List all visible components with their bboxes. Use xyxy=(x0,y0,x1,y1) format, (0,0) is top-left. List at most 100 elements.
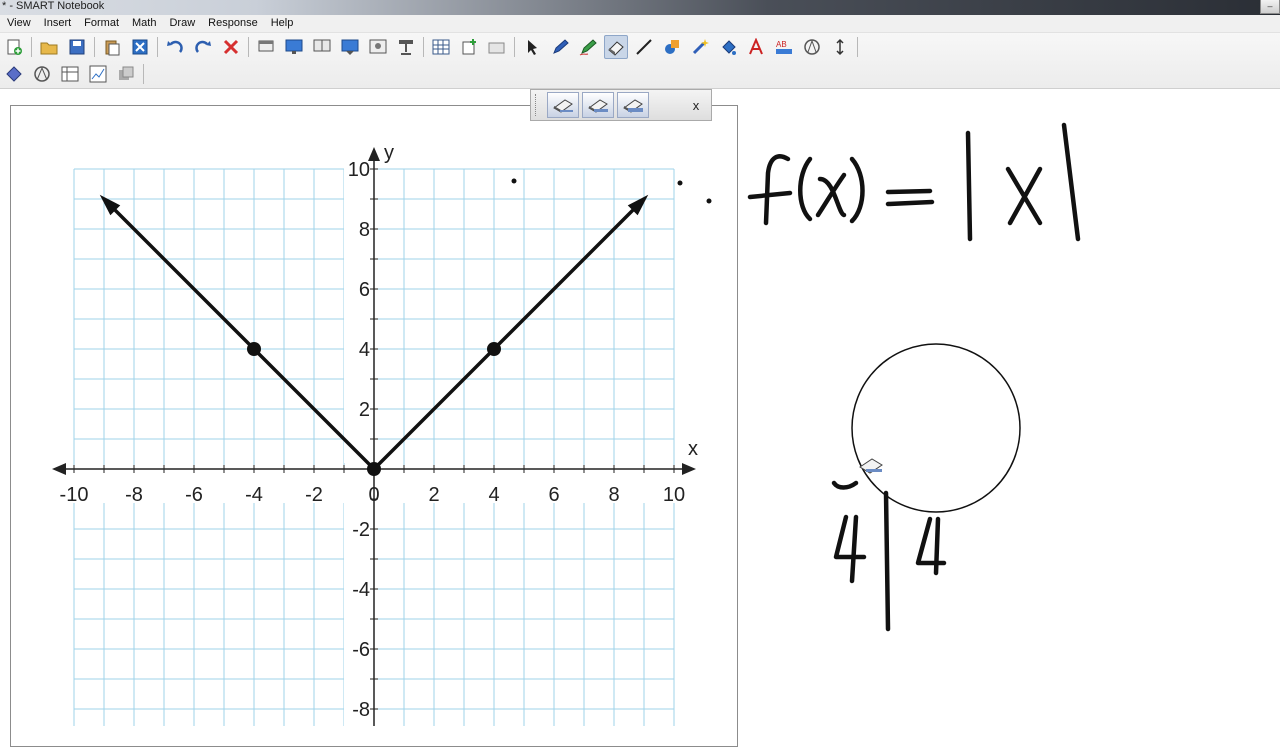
pen-button[interactable] xyxy=(548,35,572,59)
shape-recognition-icon xyxy=(6,66,22,82)
ink-abs-left xyxy=(965,130,973,242)
minimize-button[interactable]: ‒ xyxy=(1260,0,1280,14)
math-tools-button[interactable] xyxy=(800,35,824,59)
menu-insert[interactable]: Insert xyxy=(37,15,78,32)
toolbar-row-2 xyxy=(2,61,149,87)
pen-icon xyxy=(553,39,569,54)
ink-open-paren xyxy=(798,156,813,222)
toolbar-separator xyxy=(248,37,249,57)
line-icon xyxy=(636,39,652,55)
menu-math[interactable]: Math xyxy=(125,15,162,32)
select-icon xyxy=(528,40,537,55)
delete-icon xyxy=(223,39,239,55)
main-toolbar: AB xyxy=(0,33,1280,89)
response-button[interactable] xyxy=(114,62,138,86)
ink-f xyxy=(763,154,791,226)
menu-format[interactable]: Format xyxy=(77,15,125,32)
response-icon xyxy=(119,66,134,80)
ink-close-paren xyxy=(849,156,865,224)
equation-ink xyxy=(747,122,1081,242)
save-icon xyxy=(69,39,85,55)
shapes-button[interactable] xyxy=(660,35,684,59)
screen-shade-button[interactable] xyxy=(254,35,278,59)
title-bar: * - SMART Notebook ‒ xyxy=(0,0,1280,15)
ink-equals-bottom xyxy=(885,199,935,207)
capture-icon xyxy=(341,39,359,55)
properties-icon: AB xyxy=(776,40,792,54)
screen-shade-icon xyxy=(258,40,274,52)
paste-button[interactable] xyxy=(100,35,124,59)
dot-3 xyxy=(706,198,712,204)
menu-help[interactable]: Help xyxy=(264,15,300,32)
delete-page-button[interactable] xyxy=(128,35,152,59)
paste-icon xyxy=(105,40,120,56)
notebook-page[interactable]: -10 -8 -6 -4 -2 0 2 4 6 8 10 10 8 6 4 2 -2 -4 -6 -8 x y xyxy=(0,89,1280,747)
dual-page-button[interactable] xyxy=(310,35,334,59)
magic-pen-icon xyxy=(692,39,709,55)
toolbar-separator xyxy=(157,37,158,57)
insert-media-icon xyxy=(369,39,387,54)
drawn-circle xyxy=(851,343,1021,513)
table-button[interactable] xyxy=(429,35,453,59)
dual-page-icon xyxy=(313,39,331,52)
eraser-icon xyxy=(608,41,624,56)
graph-icon xyxy=(89,65,107,83)
redo-icon xyxy=(195,40,211,53)
document-camera-icon xyxy=(399,40,413,55)
select-button[interactable] xyxy=(520,35,544,59)
redo-button[interactable] xyxy=(191,35,215,59)
graph-button[interactable] xyxy=(86,62,110,86)
shape-recognition-button[interactable] xyxy=(2,62,26,86)
move-toolbar-icon xyxy=(836,38,844,56)
move-toolbar-button[interactable] xyxy=(828,35,852,59)
insert-media-button[interactable] xyxy=(366,35,390,59)
fill-button[interactable] xyxy=(716,35,740,59)
properties-button[interactable]: AB xyxy=(772,35,796,59)
line-button[interactable] xyxy=(632,35,656,59)
open-folder-button[interactable] xyxy=(37,35,61,59)
table-tool-button[interactable] xyxy=(58,62,82,86)
measure-button[interactable] xyxy=(30,62,54,86)
magic-pen-button[interactable] xyxy=(688,35,712,59)
dot-2 xyxy=(677,180,683,186)
fill-icon xyxy=(722,40,736,55)
open-folder-icon xyxy=(40,42,58,55)
creative-pen-button[interactable] xyxy=(576,35,600,59)
menu-view[interactable]: View xyxy=(0,15,37,32)
delete-button[interactable] xyxy=(219,35,243,59)
menu-bar: View Insert Format Math Draw Response He… xyxy=(0,15,1280,33)
menu-draw[interactable]: Draw xyxy=(162,15,201,32)
ink-minus xyxy=(831,480,859,490)
text-button[interactable] xyxy=(744,35,768,59)
menu-response[interactable]: Response xyxy=(201,15,264,32)
toolbar-separator xyxy=(514,37,515,57)
ink-left-4 xyxy=(833,514,867,584)
add-page-button[interactable] xyxy=(457,35,481,59)
new-page-icon xyxy=(7,39,22,55)
full-screen-button[interactable] xyxy=(282,35,306,59)
ink-equals-top xyxy=(885,188,933,195)
creative-pen-icon xyxy=(579,39,597,56)
attach-button[interactable] xyxy=(485,35,509,59)
new-page-button[interactable] xyxy=(2,35,26,59)
table-icon xyxy=(432,39,450,55)
ink-x-inner xyxy=(815,172,847,218)
ink-abs-right xyxy=(1061,122,1081,242)
eraser-button[interactable] xyxy=(604,35,628,59)
window-controls: ‒ xyxy=(1259,0,1280,15)
toolbar-separator xyxy=(857,37,858,57)
measure-icon xyxy=(34,66,50,82)
toolbar-separator xyxy=(31,37,32,57)
ink-f-cross xyxy=(747,190,793,200)
ink-x xyxy=(1005,166,1043,226)
attach-icon xyxy=(488,42,505,54)
table-ink xyxy=(831,480,947,632)
delete-page-icon xyxy=(132,39,148,55)
text-icon xyxy=(749,38,763,55)
toolbar-separator xyxy=(423,37,424,57)
save-button[interactable] xyxy=(65,35,89,59)
undo-button[interactable] xyxy=(163,35,187,59)
window-title: * - SMART Notebook xyxy=(2,0,105,12)
document-camera-button[interactable] xyxy=(394,35,418,59)
capture-button[interactable] xyxy=(338,35,362,59)
